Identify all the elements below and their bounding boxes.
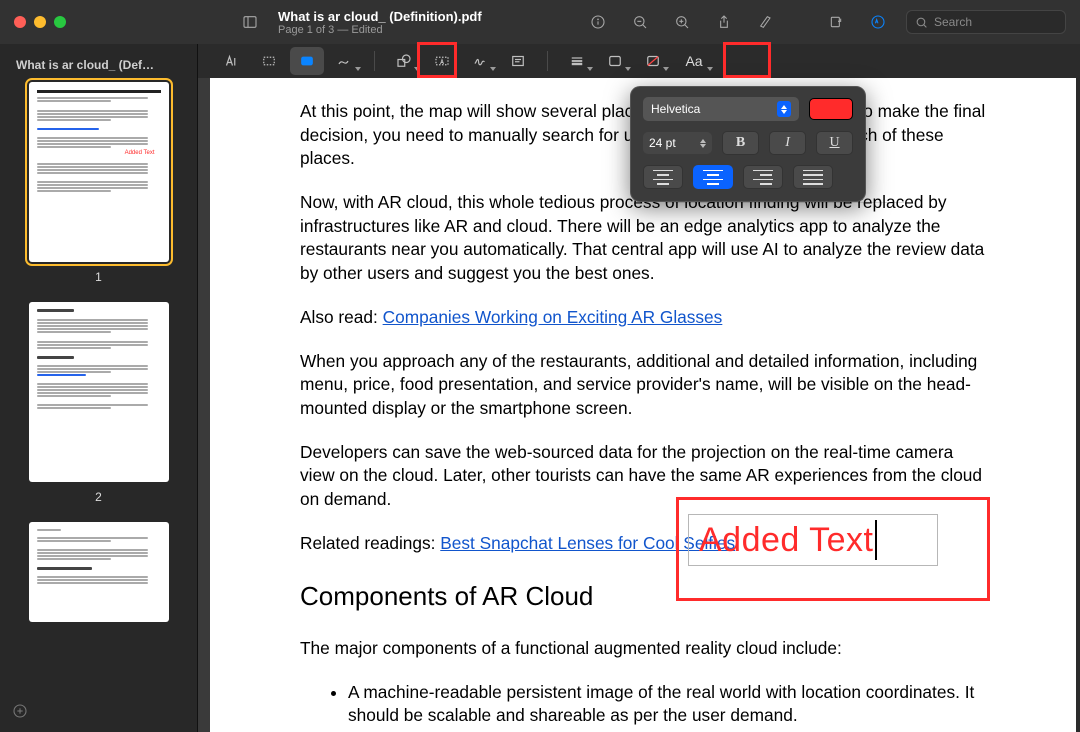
search-placeholder: Search <box>934 15 972 29</box>
close-window[interactable] <box>14 16 26 28</box>
body-paragraph: When you approach any of the restaurants… <box>300 350 990 421</box>
page-indicator: Page 1 of 3 — Edited <box>278 24 482 36</box>
zoom-in-icon[interactable] <box>668 8 696 36</box>
body-paragraph: Now, with AR cloud, this whole tedious p… <box>300 191 990 286</box>
text-select-tool[interactable] <box>214 47 248 75</box>
page-number-1: 1 <box>14 270 183 284</box>
body-paragraph: The major components of a functional aug… <box>300 637 990 661</box>
align-justify-button[interactable] <box>793 165 833 189</box>
body-paragraph: Developers can save the web-sourced data… <box>300 441 990 512</box>
sidebar-toggle[interactable] <box>236 8 264 36</box>
label-text: Also read: <box>300 307 383 327</box>
zoom-window[interactable] <box>54 16 66 28</box>
page-thumbnail-2[interactable] <box>29 302 169 482</box>
italic-button[interactable]: I <box>769 131 806 155</box>
stepper-icon <box>777 101 791 117</box>
text-color-swatch[interactable] <box>809 98 853 120</box>
border-color-tool[interactable] <box>598 47 632 75</box>
sidebar-doc-title: What is ar cloud_ (Def… <box>16 58 183 72</box>
fill-color-tool[interactable] <box>636 47 670 75</box>
heading: Components of AR Cloud <box>300 579 990 615</box>
label-text: Related readings: <box>300 533 440 553</box>
add-page-button[interactable] <box>12 703 28 724</box>
sketch-tool[interactable] <box>328 47 362 75</box>
text-style-tool[interactable]: Aa <box>674 47 714 75</box>
font-size-stepper[interactable]: 24 pt <box>643 132 712 154</box>
document-title: What is ar cloud_ (Definition).pdf <box>278 9 482 24</box>
thumbnail-sidebar: What is ar cloud_ (Def… Added Text 1 2 <box>0 44 198 732</box>
note-tool[interactable] <box>501 47 535 75</box>
window-controls <box>14 16 66 28</box>
font-family-value: Helvetica <box>651 102 700 116</box>
page-number-2: 2 <box>14 490 183 504</box>
zoom-out-icon[interactable] <box>626 8 654 36</box>
redact-tool[interactable] <box>290 47 324 75</box>
text-tool[interactable] <box>425 47 459 75</box>
annotation-text: Added Text <box>699 521 874 560</box>
sign-tool[interactable] <box>463 47 497 75</box>
markup-icon[interactable] <box>864 8 892 36</box>
shapes-tool[interactable] <box>387 47 421 75</box>
bold-button[interactable]: B <box>722 131 759 155</box>
share-icon[interactable] <box>710 8 738 36</box>
thumb-added-text: Added Text <box>37 149 161 158</box>
align-left-button[interactable] <box>643 165 683 189</box>
text-cursor <box>875 520 877 560</box>
rotate-icon[interactable] <box>822 8 850 36</box>
align-center-button[interactable] <box>693 165 733 189</box>
page-thumbnail-3[interactable] <box>29 522 169 622</box>
search-input[interactable]: Search <box>906 10 1066 34</box>
info-icon[interactable] <box>584 8 612 36</box>
link-ar-glasses[interactable]: Companies Working on Exciting AR Glasses <box>383 307 723 327</box>
text-style-popover: Helvetica 24 pt B I U <box>630 86 866 202</box>
underline-button[interactable]: U <box>816 131 853 155</box>
rect-select-tool[interactable] <box>252 47 286 75</box>
minimize-window[interactable] <box>34 16 46 28</box>
text-annotation[interactable]: Added Text <box>688 514 938 566</box>
highlight-menu-icon[interactable] <box>794 8 808 36</box>
scrollbar[interactable] <box>1076 78 1080 732</box>
align-right-button[interactable] <box>743 165 783 189</box>
list-item: A machine-readable persistent image of t… <box>348 681 990 728</box>
highlight-icon[interactable] <box>752 8 780 36</box>
page-thumbnail-1[interactable]: Added Text <box>29 82 169 262</box>
body-paragraph: Also read: Companies Working on Exciting… <box>300 306 990 330</box>
border-style-tool[interactable] <box>560 47 594 75</box>
stepper-icon <box>700 139 706 148</box>
font-size-value: 24 pt <box>649 136 676 150</box>
bullet-list: A machine-readable persistent image of t… <box>300 681 990 732</box>
titlebar: What is ar cloud_ (Definition).pdf Page … <box>0 0 1080 44</box>
font-family-select[interactable]: Helvetica <box>643 97 799 121</box>
title-block: What is ar cloud_ (Definition).pdf Page … <box>278 9 482 36</box>
